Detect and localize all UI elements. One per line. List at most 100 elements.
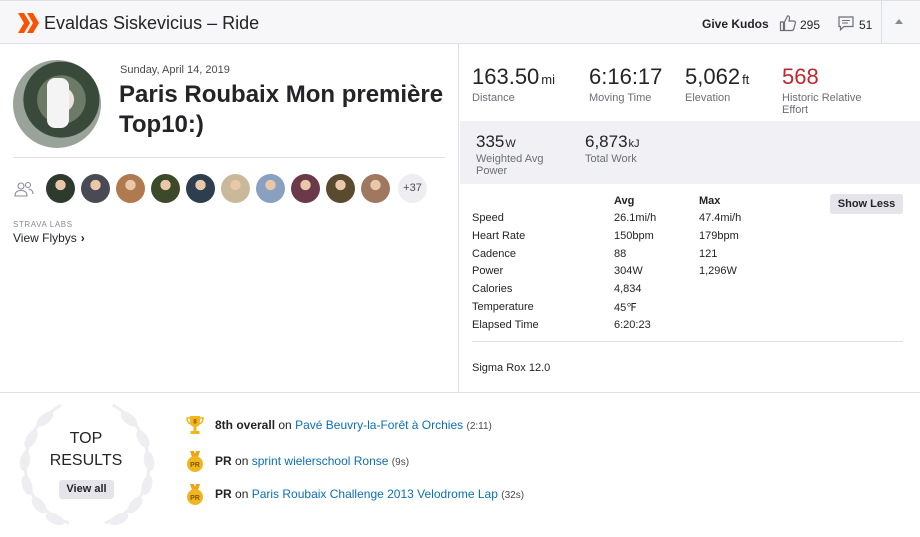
avg-column-header: Avg <box>614 195 635 207</box>
moving-time-label: Moving Time <box>589 92 652 104</box>
pr-medal-icon: PR <box>186 451 204 472</box>
table-row: Cadence 88 121 <box>472 248 792 266</box>
svg-text:PR: PR <box>190 495 200 502</box>
athlete-avatar[interactable] <box>81 174 110 203</box>
athlete-avatar[interactable] <box>256 174 285 203</box>
athlete-avatar[interactable] <box>186 174 215 203</box>
divider <box>472 341 903 342</box>
table-row: Temperature 45℉ <box>472 301 792 319</box>
relative-effort-value: 568 <box>782 64 819 89</box>
top-results-title-line1: TOP <box>69 430 103 447</box>
chevron-right-icon: › <box>80 231 85 245</box>
trophy-icon: 8 <box>186 415 204 435</box>
stat-distance: 163.50 mi Distance <box>472 64 555 104</box>
athlete-avatar[interactable] <box>361 174 390 203</box>
athlete-avatar[interactable] <box>13 60 101 148</box>
strava-labs-label: STRAVA LABS <box>13 220 73 229</box>
moving-time-value: 6:16:17 <box>589 64 663 89</box>
elevation-label: Elevation <box>685 92 731 104</box>
athlete-avatar[interactable] <box>46 174 75 203</box>
row-avg: 6:20:23 <box>614 319 651 331</box>
row-max: 1,296W <box>699 265 737 277</box>
athlete-avatar[interactable] <box>116 174 145 203</box>
give-kudos-button[interactable]: Give Kudos <box>702 17 769 31</box>
distance-value: 163.50 <box>472 64 540 89</box>
comment-count[interactable]: 51 <box>859 18 872 32</box>
distance-label: Distance <box>472 92 515 104</box>
distance-unit: mi <box>541 72 556 87</box>
segment-link[interactable]: sprint wielerschool Ronse <box>252 454 389 468</box>
view-flybys-label[interactable]: View Flybys <box>13 231 77 245</box>
stat-total-work: 6,873kJ Total Work <box>585 132 640 165</box>
divider <box>13 157 445 158</box>
group-ride-icon <box>14 181 34 197</box>
result-rank: PR <box>215 487 232 501</box>
athlete-avatar[interactable] <box>291 174 320 203</box>
result-on: on <box>235 454 249 468</box>
thumbs-up-icon[interactable] <box>779 14 797 32</box>
relative-effort-label: Historic Relative Effort <box>782 92 862 116</box>
row-label: Cadence <box>472 248 517 260</box>
result-time: (32s) <box>501 490 525 501</box>
row-label: Power <box>472 265 504 277</box>
power-label: Weighted Avg Power <box>476 153 544 177</box>
comment-icon[interactable] <box>838 16 854 32</box>
max-column-header: Max <box>699 195 721 207</box>
result-on: on <box>278 418 292 432</box>
row-avg: 150bpm <box>614 230 654 242</box>
view-all-button[interactable]: View all <box>59 480 114 499</box>
primary-stats: 163.50 mi Distance 6:16:17 Moving Time 5,… <box>460 44 920 121</box>
power-unit: W <box>505 138 516 150</box>
row-avg: 45℉ <box>614 302 637 314</box>
activity-name: Paris Roubaix Mon première Top10:) <box>119 81 444 138</box>
row-avg: 4,834 <box>614 283 642 295</box>
row-label: Elapsed Time <box>472 319 539 331</box>
stat-moving-time: 6:16:17 Moving Time <box>589 64 662 104</box>
result-on: on <box>235 487 249 501</box>
row-label: Calories <box>472 283 513 295</box>
row-label: Temperature <box>472 301 534 313</box>
row-avg: 88 <box>614 248 627 260</box>
activity-title: Evaldas Siskevicius – Ride <box>44 13 260 33</box>
top-results-title-line2: RESULTS <box>49 452 123 469</box>
more-athletes-button[interactable]: +37 <box>398 174 427 203</box>
athlete-avatar[interactable] <box>151 174 180 203</box>
elevation-value: 5,062 <box>685 64 741 89</box>
svg-text:PR: PR <box>190 462 200 469</box>
row-max: 179bpm <box>699 230 739 242</box>
row-avg: 26.1mi/h <box>614 212 657 224</box>
device-name: Sigma Rox 12.0 <box>472 362 551 374</box>
collapse-arrow-icon[interactable] <box>895 19 903 24</box>
stat-relative-effort[interactable]: 568 Historic Relative Effort <box>782 64 882 116</box>
segment-link[interactable]: Paris Roubaix Challenge 2013 Velodrome L… <box>252 487 498 501</box>
athlete-avatar[interactable] <box>221 174 250 203</box>
elevation-unit: ft <box>742 72 750 87</box>
table-row: Speed 26.1mi/h 47.4mi/h <box>472 212 792 230</box>
show-less-button[interactable]: Show Less <box>830 194 903 214</box>
table-row: Heart Rate 150bpm 179bpm <box>472 230 792 248</box>
table-row: Power 304W 1,296W <box>472 265 792 283</box>
stat-elevation: 5,062 ft Elevation <box>685 64 749 104</box>
secondary-stats: 335W Weighted Avg Power 6,873kJ Total Wo… <box>460 121 920 184</box>
work-unit: kJ <box>628 138 640 150</box>
athlete-avatar[interactable] <box>326 174 355 203</box>
row-label: Speed <box>472 212 504 224</box>
result-time: (2:11) <box>466 421 492 432</box>
stat-weighted-power: 335W Weighted Avg Power <box>476 132 566 177</box>
row-max: 121 <box>699 248 718 260</box>
result-rank: PR <box>215 454 232 468</box>
row-max: 47.4mi/h <box>699 212 742 224</box>
result-time: (9s) <box>391 457 410 468</box>
table-row: Calories 4,834 <box>472 283 792 301</box>
row-label: Heart Rate <box>472 230 526 242</box>
header-divider <box>881 1 882 44</box>
kudos-count[interactable]: 295 <box>800 18 820 32</box>
view-flybys-link[interactable]: View Flybys › <box>13 231 85 245</box>
segment-link[interactable]: Pavé Beuvry-la-Forêt à Orchies <box>295 418 463 432</box>
strava-chevron-icon <box>18 13 40 33</box>
power-value: 335 <box>476 132 505 151</box>
activity-date: Sunday, April 14, 2019 <box>120 64 230 76</box>
work-label: Total Work <box>585 153 637 165</box>
result-rank: 8th overall <box>215 418 276 432</box>
section-divider <box>0 392 920 393</box>
